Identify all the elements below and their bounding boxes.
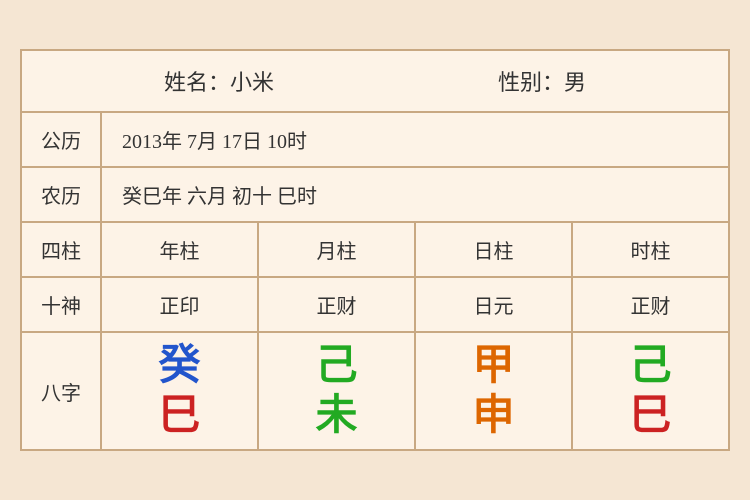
bazi-col2-top: 甲 (472, 345, 514, 387)
shishen-cells: 正印 正财 日元 正财 (102, 278, 728, 331)
sizhu-nian: 年柱 (102, 223, 259, 276)
shishen-nian: 正印 (102, 278, 259, 331)
solar-row: 公历 2013年 7月 17日 10时 (22, 113, 728, 168)
header-row: 姓名：小米 性别：男 (22, 51, 728, 113)
lunar-value: 癸巳年 六月 初十 巳时 (102, 168, 728, 221)
bazi-col3-top: 己 (629, 345, 671, 387)
shishen-label: 十神 (22, 278, 102, 331)
bazi-col-1: 己 未 (259, 333, 416, 449)
gender-label: 性别：男 (498, 65, 586, 97)
bazi-label: 八字 (22, 333, 102, 449)
sizhu-ri: 日柱 (416, 223, 573, 276)
bazi-col-2: 甲 申 (416, 333, 573, 449)
shishen-ri: 日元 (416, 278, 573, 331)
shishen-shi: 正财 (573, 278, 728, 331)
bazi-col3-bottom: 巳 (629, 395, 671, 437)
sizhu-cells: 年柱 月柱 日柱 时柱 (102, 223, 728, 276)
main-container: 姓名：小米 性别：男 公历 2013年 7月 17日 10时 农历 癸巳年 六月… (20, 49, 730, 451)
bazi-col-3: 己 巳 (573, 333, 728, 449)
bazi-row: 八字 癸 巳 己 未 甲 申 己 巳 (22, 333, 728, 449)
name-label: 姓名：小米 (164, 65, 274, 97)
sizhu-yue: 月柱 (259, 223, 416, 276)
lunar-label: 农历 (22, 168, 102, 221)
solar-value: 2013年 7月 17日 10时 (102, 113, 728, 166)
sizhu-shi: 时柱 (573, 223, 728, 276)
bazi-col0-top: 癸 (158, 345, 200, 387)
shishen-yue: 正财 (259, 278, 416, 331)
solar-label: 公历 (22, 113, 102, 166)
bazi-col0-bottom: 巳 (158, 395, 200, 437)
sizhu-row: 四柱 年柱 月柱 日柱 时柱 (22, 223, 728, 278)
bazi-col-0: 癸 巳 (102, 333, 259, 449)
shishen-row: 十神 正印 正财 日元 正财 (22, 278, 728, 333)
bazi-col2-bottom: 申 (472, 395, 514, 437)
bazi-col1-bottom: 未 (315, 395, 357, 437)
bazi-col1-top: 己 (315, 345, 357, 387)
bazi-cells: 癸 巳 己 未 甲 申 己 巳 (102, 333, 728, 449)
sizhu-label: 四柱 (22, 223, 102, 276)
lunar-row: 农历 癸巳年 六月 初十 巳时 (22, 168, 728, 223)
